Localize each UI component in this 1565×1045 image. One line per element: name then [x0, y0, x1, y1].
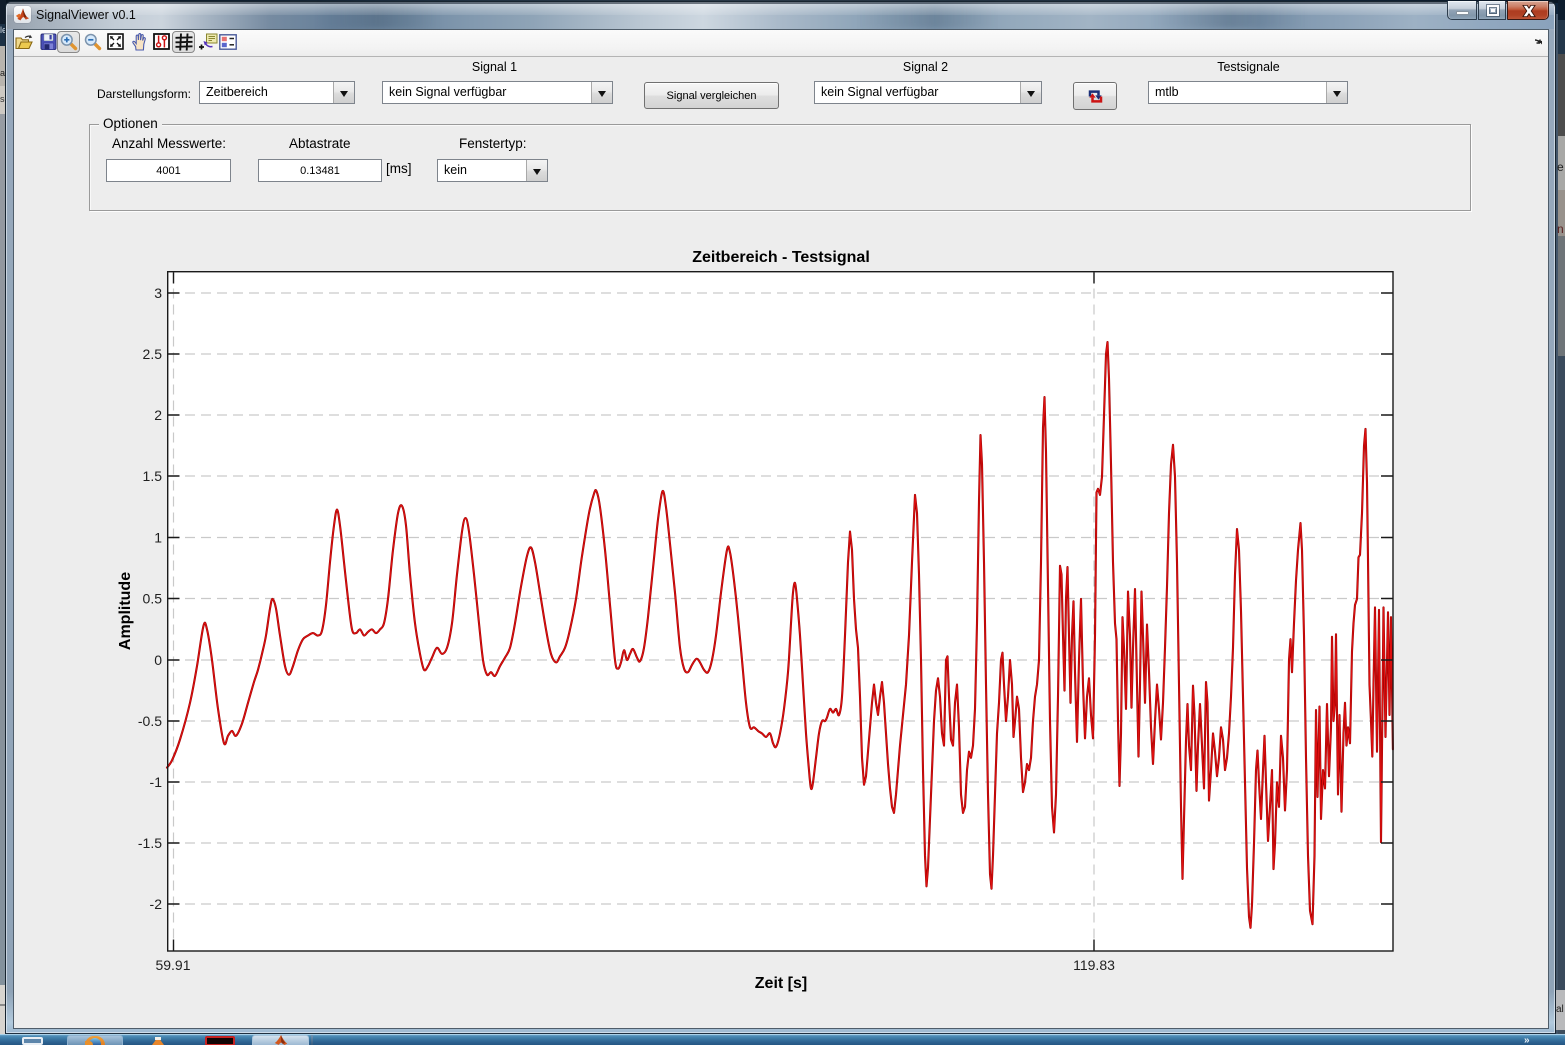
svg-text:3: 3 — [154, 285, 162, 301]
svg-text:0.5: 0.5 — [143, 591, 163, 607]
svg-text:-1.5: -1.5 — [138, 835, 162, 851]
svg-text:-2: -2 — [150, 896, 163, 912]
svg-text:1.5: 1.5 — [143, 468, 163, 484]
svg-text:59.91: 59.91 — [155, 957, 190, 973]
svg-text:1: 1 — [154, 530, 162, 546]
svg-text:0: 0 — [154, 652, 162, 668]
svg-text:-1: -1 — [150, 774, 163, 790]
svg-text:2: 2 — [154, 407, 162, 423]
svg-text:2.5: 2.5 — [143, 346, 163, 362]
svg-text:-0.5: -0.5 — [138, 713, 162, 729]
svg-text:Zeitbereich - Testsignal: Zeitbereich - Testsignal — [692, 249, 870, 266]
svg-text:119.83: 119.83 — [1073, 957, 1115, 973]
svg-text:Zeit [s]: Zeit [s] — [755, 975, 807, 992]
svg-text:Amplitude: Amplitude — [117, 572, 134, 650]
